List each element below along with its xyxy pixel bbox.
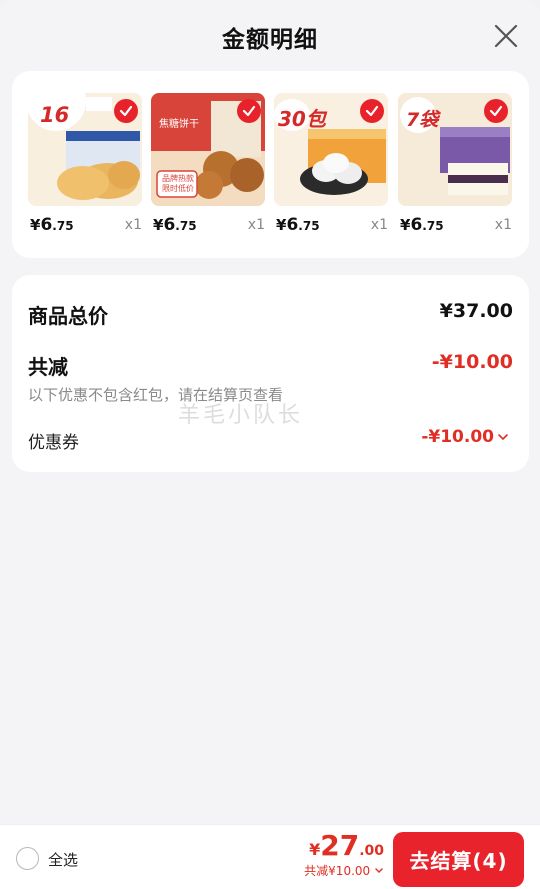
badge-count: 16 — [40, 103, 70, 127]
product-thumbnail: 焦糖饼干 品牌热款 限时低价 — [151, 93, 265, 206]
discount-value: -¥10.00 — [431, 351, 513, 373]
selected-check-icon[interactable] — [237, 99, 261, 123]
total-discount-toggle[interactable]: 共减¥10.00 — [304, 862, 384, 879]
product-price: ¥6.75 x1 — [153, 215, 265, 235]
product-price: ¥6.75 x1 — [276, 215, 388, 235]
product-qty: x1 — [494, 217, 512, 233]
total-price-label: 商品总价 — [28, 304, 108, 328]
badge-count: 30包 — [278, 107, 326, 131]
coupon-selector[interactable]: -¥10.00 — [421, 427, 509, 447]
product-price: ¥6.75 x1 — [400, 215, 512, 235]
checkout-button[interactable]: 去结算(4) — [393, 832, 524, 887]
product-thumbnail: 7袋 — [398, 93, 512, 206]
promo-tag: 品牌热款 限时低价 — [162, 174, 194, 193]
selected-check-icon[interactable] — [114, 99, 138, 123]
total-discount-text: 共减¥10.00 — [304, 864, 371, 878]
discount-label: 共减 — [28, 355, 68, 379]
product-thumbnail: 16 — [28, 93, 142, 206]
chevron-down-icon — [375, 868, 383, 873]
total-price-value: ¥37.00 — [439, 300, 513, 322]
select-all-radio[interactable] — [16, 847, 39, 870]
product-qty: x1 — [370, 217, 388, 233]
product-qty: x1 — [124, 217, 142, 233]
badge-count: 7袋 — [406, 109, 439, 131]
product-item[interactable]: 7袋 ¥6.75 x1 — [398, 93, 512, 235]
sheet-title: 金额明细 — [222, 27, 318, 53]
price-summary-card: 商品总价 ¥37.00 共减 -¥10.00 以下优惠不包含红包，请在结算页查看… — [12, 275, 529, 472]
chevron-down-icon — [498, 434, 508, 441]
select-all-label[interactable]: 全选 — [48, 849, 78, 870]
product-item[interactable]: 30包 ¥6.75 x1 — [274, 93, 388, 235]
product-name-label: 焦糖饼干 — [159, 119, 199, 130]
amount-detail-sheet: 金额明细 16 ¥6.75 x1 焦糖饼干 品牌热款 限时低价 ¥6.75 x1… — [0, 0, 540, 889]
total-amount: ¥27.00 — [309, 829, 384, 862]
selected-check-icon[interactable] — [360, 99, 384, 123]
checkout-bar: 全选 ¥27.00 共减¥10.00 去结算(4) — [0, 824, 540, 889]
product-qty: x1 — [247, 217, 265, 233]
discount-note: 以下优惠不包含红包，请在结算页查看 — [28, 386, 284, 404]
close-icon[interactable] — [490, 20, 522, 52]
sheet-header: 金额明细 — [0, 0, 540, 72]
coupon-label: 优惠券 — [28, 433, 79, 453]
product-price: ¥6.75 x1 — [30, 215, 142, 235]
product-item[interactable]: 焦糖饼干 品牌热款 限时低价 ¥6.75 x1 — [151, 93, 265, 235]
selected-check-icon[interactable] — [484, 99, 508, 123]
product-list-card: 16 ¥6.75 x1 焦糖饼干 品牌热款 限时低价 ¥6.75 x1 30包 … — [12, 71, 529, 258]
product-thumbnail: 30包 — [274, 93, 388, 206]
coupon-value: -¥10.00 — [421, 427, 494, 447]
product-item[interactable]: 16 ¥6.75 x1 — [28, 93, 142, 235]
total-block: ¥27.00 共减¥10.00 — [304, 829, 384, 879]
